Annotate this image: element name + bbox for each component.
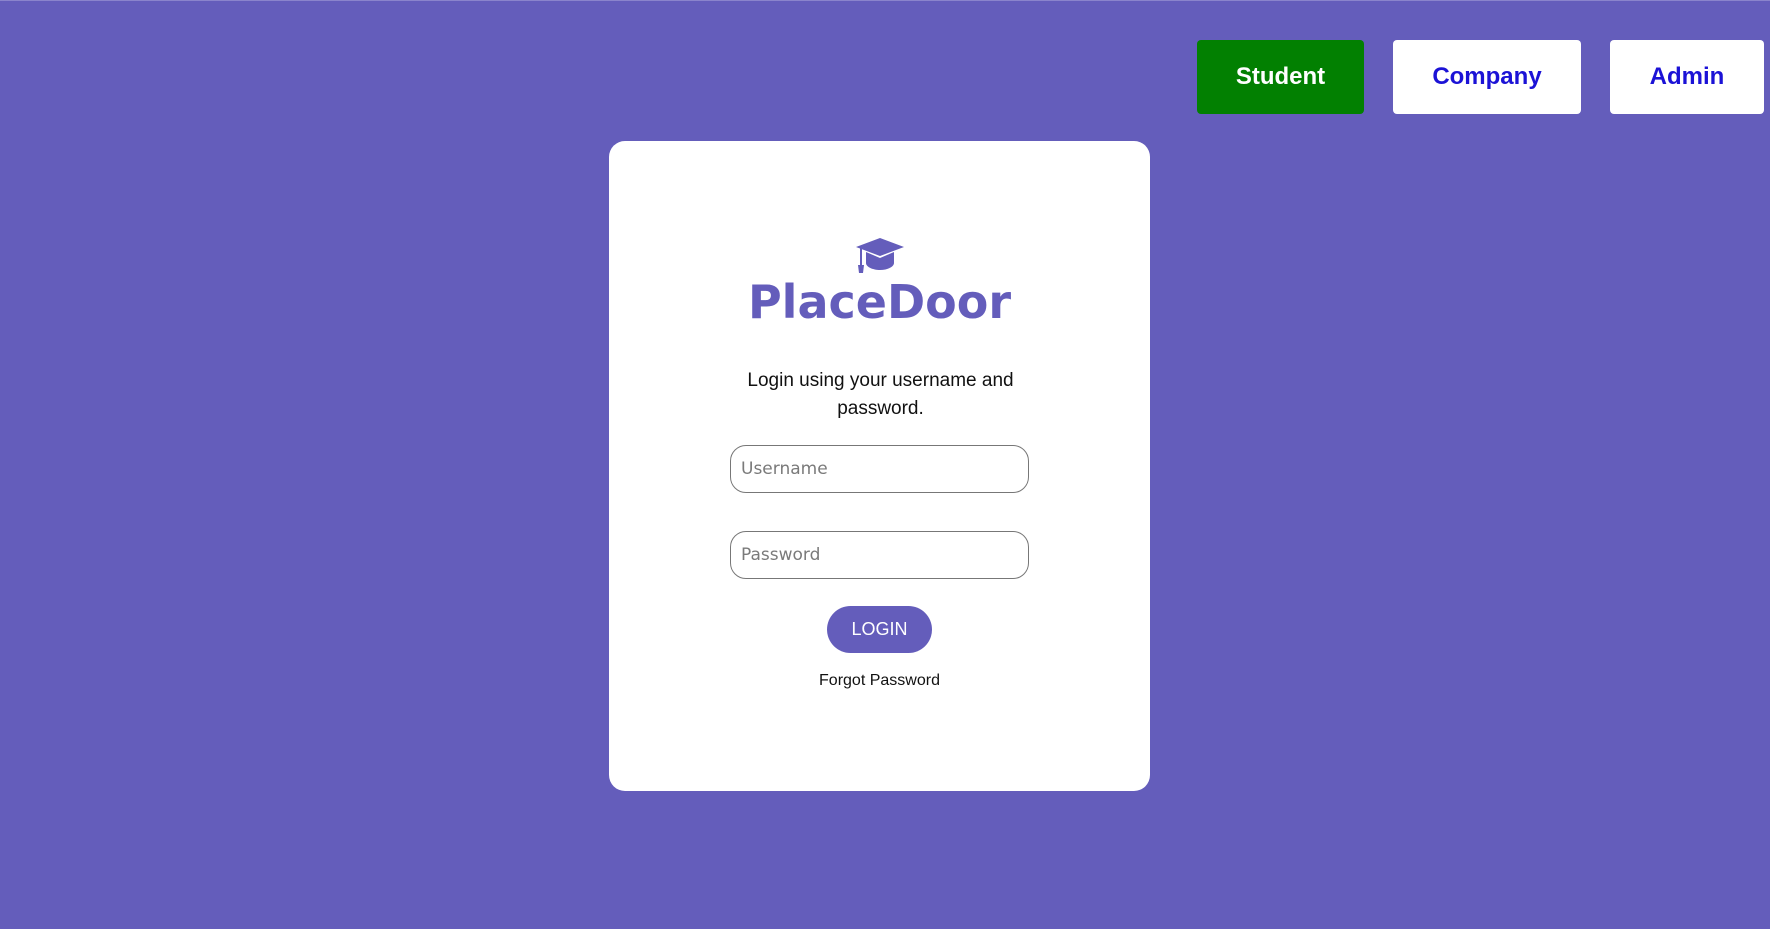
login-instructions: Login using your username and password. xyxy=(747,370,1014,419)
graduation-cap-icon xyxy=(856,238,904,273)
student-tab[interactable]: Student xyxy=(1197,40,1364,114)
login-button[interactable]: LOGIN xyxy=(827,606,932,653)
admin-tab[interactable]: Admin xyxy=(1610,40,1764,114)
top-border xyxy=(0,0,1770,1)
company-tab[interactable]: Company xyxy=(1393,40,1581,114)
username-input[interactable] xyxy=(730,445,1029,493)
role-tabs: Student Company Admin xyxy=(1197,40,1764,114)
brand-name: PlaceDoor xyxy=(747,275,1012,329)
login-card: PlaceDoor Login using your username and … xyxy=(609,141,1150,791)
password-input[interactable] xyxy=(730,531,1029,579)
forgot-password-link[interactable]: Forgot Password xyxy=(609,672,1150,690)
